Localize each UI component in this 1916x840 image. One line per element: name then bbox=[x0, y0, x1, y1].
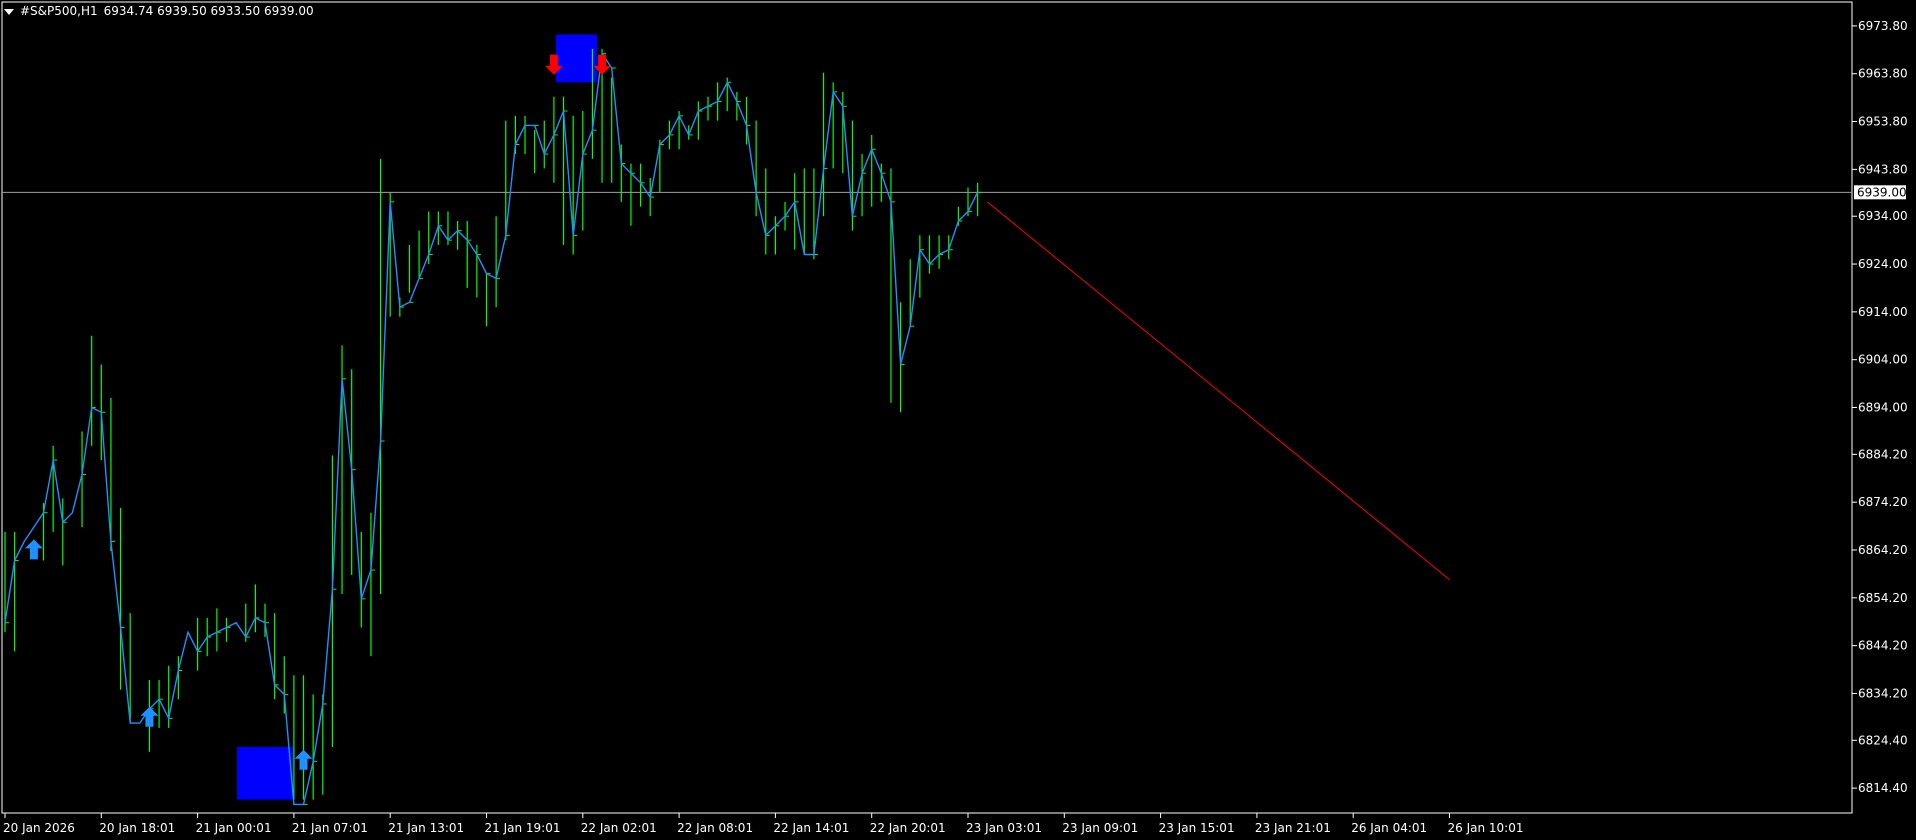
y-tick-label: 6963.80 bbox=[1858, 67, 1908, 81]
x-tick-label: 23 Jan 03:01 bbox=[966, 821, 1042, 835]
chart-header: #S&P500,H1 6934.74 6939.50 6933.50 6939.… bbox=[4, 4, 314, 18]
x-tick-label: 20 Jan 2026 bbox=[3, 821, 75, 835]
x-tick-label: 23 Jan 15:01 bbox=[1159, 821, 1235, 835]
symbol-label: #S&P500,H1 bbox=[20, 4, 98, 18]
x-tick-label: 26 Jan 04:01 bbox=[1351, 821, 1427, 835]
x-tick-label: 21 Jan 19:01 bbox=[485, 821, 561, 835]
y-tick-label: 6904.00 bbox=[1858, 353, 1908, 367]
y-tick-label: 6834.20 bbox=[1858, 686, 1908, 700]
y-tick-label: 6914.00 bbox=[1858, 305, 1908, 319]
x-tick-label: 21 Jan 13:01 bbox=[388, 821, 464, 835]
x-tick-label: 23 Jan 09:01 bbox=[1062, 821, 1138, 835]
x-tick-label: 21 Jan 07:01 bbox=[292, 821, 368, 835]
price-axis: 6973.80 6963.80 6953.80 6943.80 6934.00 6924.… bbox=[1852, 19, 1908, 795]
x-tick-label: 26 Jan 10:01 bbox=[1448, 821, 1524, 835]
y-tick-label: 6874.20 bbox=[1858, 495, 1908, 509]
y-tick-label: 6924.00 bbox=[1858, 257, 1908, 271]
plot-frame bbox=[1, 1, 1853, 814]
time-axis: 20 Jan 2026 20 Jan 18:01 21 Jan 00:01 21 Ja… bbox=[3, 813, 1523, 835]
y-tick-label: 6864.20 bbox=[1858, 543, 1908, 557]
x-tick-label: 23 Jan 21:01 bbox=[1255, 821, 1331, 835]
y-tick-label: 6854.20 bbox=[1858, 591, 1908, 605]
x-tick-label: 22 Jan 14:01 bbox=[773, 821, 849, 835]
y-tick-label: 6814.40 bbox=[1858, 781, 1908, 795]
y-tick-label: 6943.80 bbox=[1858, 162, 1908, 176]
high-box bbox=[555, 34, 598, 83]
y-tick-label: 6824.40 bbox=[1858, 733, 1908, 747]
y-tick-label: 6844.20 bbox=[1858, 639, 1908, 653]
x-tick-label: 22 Jan 20:01 bbox=[870, 821, 946, 835]
low-box bbox=[237, 747, 293, 800]
x-tick-label: 22 Jan 02:01 bbox=[581, 821, 657, 835]
x-tick-label: 20 Jan 18:01 bbox=[99, 821, 175, 835]
chart: 6973.80 6963.80 6953.80 6943.80 6934.00 6924.… bbox=[1, 1, 1908, 835]
ohlc-values: 6934.74 6939.50 6933.50 6939.00 bbox=[103, 4, 314, 18]
y-tick-label: 6884.20 bbox=[1858, 447, 1908, 461]
y-tick-label: 6934.00 bbox=[1858, 209, 1908, 223]
x-tick-label: 21 Jan 00:01 bbox=[196, 821, 272, 835]
x-tick-label: 22 Jan 08:01 bbox=[677, 821, 753, 835]
dropdown-triangle-icon[interactable] bbox=[4, 9, 14, 15]
y-tick-label: 6953.80 bbox=[1858, 115, 1908, 129]
current-price-label: 6939.00 bbox=[1857, 185, 1907, 199]
y-tick-label: 6973.80 bbox=[1858, 19, 1908, 33]
y-tick-label: 6894.00 bbox=[1858, 401, 1908, 415]
